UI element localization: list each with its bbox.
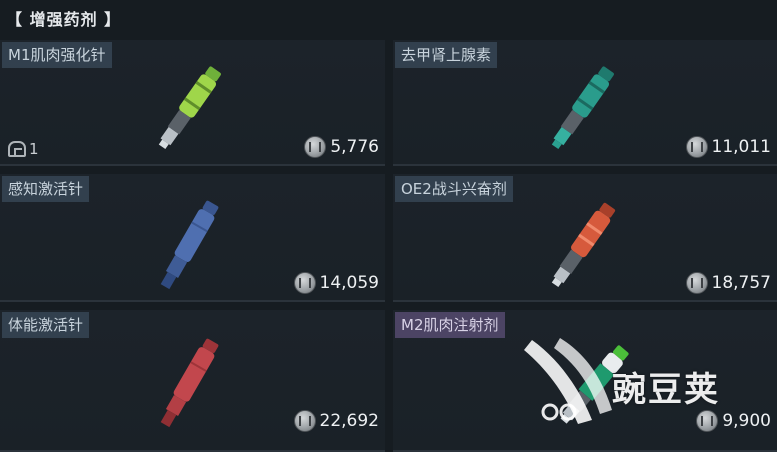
item-card-stamina[interactable]: 体能激活针 22,692 — [0, 310, 385, 452]
coin-icon — [293, 410, 316, 432]
item-card-noradrenaline[interactable]: 去甲肾上腺素 11,011 — [393, 40, 777, 166]
item-price: 5,776 — [304, 134, 379, 160]
item-price-value: 18,757 — [711, 273, 771, 293]
item-card-m1[interactable]: M1肌肉强化针 1 5,776 — [0, 40, 385, 166]
item-price-value: 11,011 — [711, 137, 771, 157]
item-price: 14,059 — [293, 270, 379, 296]
coin-icon — [696, 410, 719, 432]
injector-icon — [158, 66, 221, 150]
section-title: 【 增强药剂 】 — [6, 10, 122, 29]
item-price: 22,692 — [293, 408, 379, 434]
injector-icon — [160, 200, 219, 290]
item-name: M2肌肉注射剂 — [395, 312, 505, 338]
item-price-value: 14,059 — [319, 273, 379, 293]
item-price-value: 9,900 — [722, 411, 771, 431]
item-name: 感知激活针 — [2, 176, 90, 202]
coin-icon — [685, 272, 708, 294]
watermark-text: 豌豆荚 — [612, 370, 720, 410]
item-card-oe2[interactable]: OE2战斗兴奋剂 18,757 — [393, 174, 777, 302]
item-count-value: 1 — [29, 140, 39, 158]
item-price-value: 22,692 — [319, 411, 379, 431]
item-card-perception[interactable]: 感知激活针 14,059 — [0, 174, 385, 302]
injector-icon — [551, 202, 616, 288]
coin-icon — [293, 272, 316, 294]
coin-icon — [304, 136, 327, 158]
coin-icon — [685, 136, 708, 158]
item-name: 体能激活针 — [2, 312, 90, 338]
item-price: 18,757 — [685, 270, 771, 296]
item-name: 去甲肾上腺素 — [395, 42, 498, 68]
injector-icon — [551, 66, 614, 150]
item-name: M1肌肉强化针 — [2, 42, 112, 68]
item-price: 11,011 — [685, 134, 771, 160]
item-name: OE2战斗兴奋剂 — [395, 176, 513, 202]
item-count: 1 — [8, 140, 39, 158]
item-price: 9,900 — [696, 408, 771, 434]
item-price-value: 5,776 — [330, 137, 379, 157]
container-count-icon — [8, 141, 26, 157]
injector-icon — [160, 338, 219, 428]
